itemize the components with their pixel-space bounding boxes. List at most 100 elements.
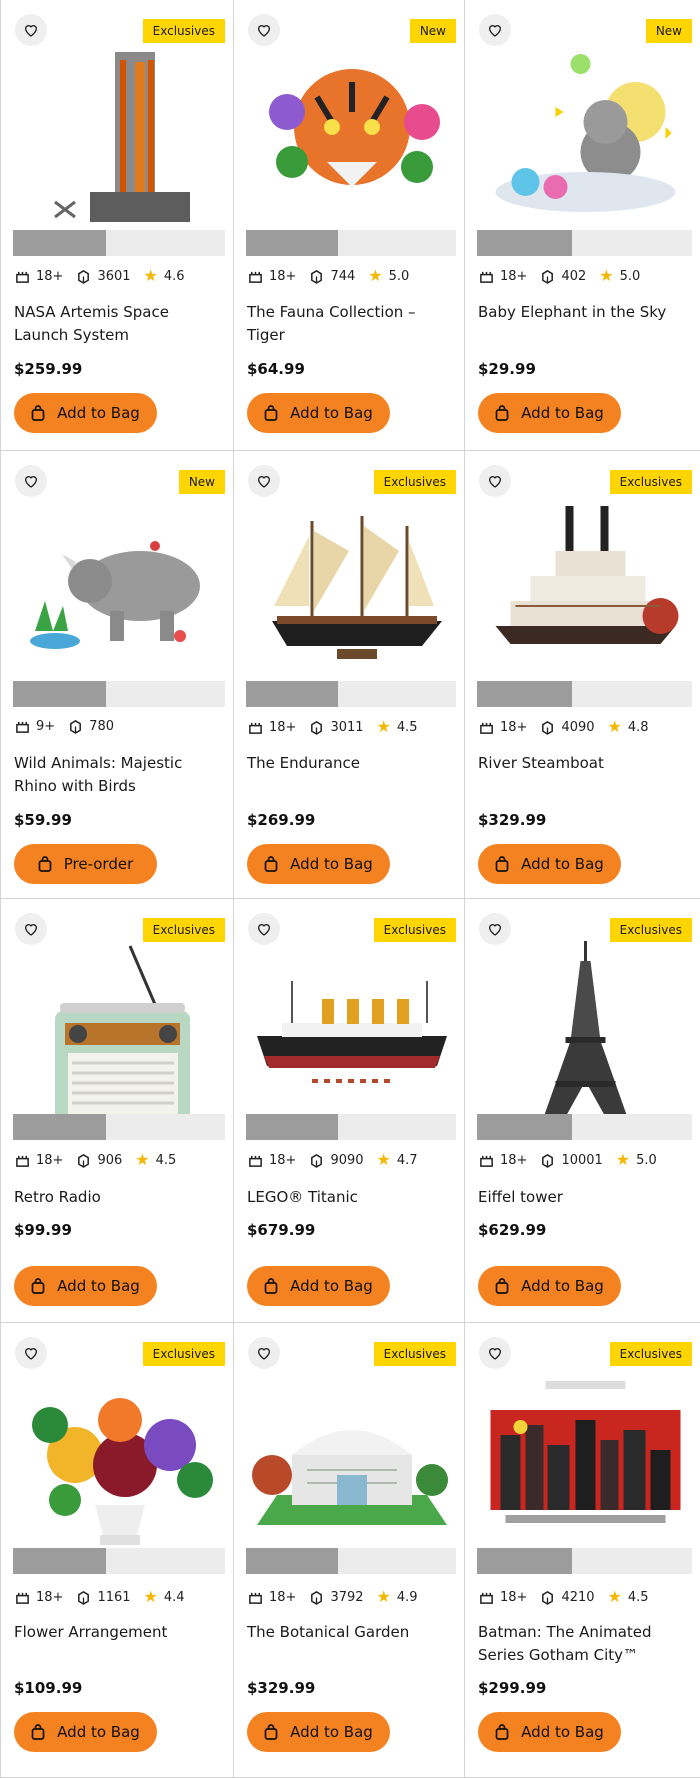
- product-card[interactable]: New 18+ 402 ★ 5.0 Baby Elephant in the Sk…: [465, 0, 700, 451]
- age-value: 18+: [500, 719, 528, 735]
- add-to-bag-button[interactable]: Add to Bag: [247, 844, 390, 884]
- product-price: $329.99: [247, 1679, 316, 1697]
- product-title[interactable]: Eiffel tower: [478, 1186, 690, 1209]
- age-icon: [248, 720, 263, 735]
- exclusives-badge: Exclusives: [142, 19, 225, 43]
- product-price: $679.99: [247, 1221, 316, 1239]
- product-meta: 18+ 4090 ★ 4.8: [479, 719, 655, 735]
- product-meta: 18+ 744 ★ 5.0: [248, 268, 415, 284]
- pieces-icon: [540, 269, 555, 284]
- product-meta: 18+ 4210 ★ 4.5: [479, 1589, 655, 1605]
- pieces-icon: [309, 1590, 324, 1605]
- product-title[interactable]: Retro Radio: [14, 1186, 223, 1209]
- add-to-bag-button[interactable]: Add to Bag: [14, 1712, 157, 1752]
- product-card[interactable]: Exclusives 18+ 1161 ★ 4.4 Flower Arrangem…: [1, 1323, 234, 1778]
- rating-value: 4.5: [155, 1152, 177, 1168]
- progress-bar: [13, 681, 225, 707]
- star-icon: ★: [376, 1150, 391, 1169]
- product-title[interactable]: Flower Arrangement: [14, 1621, 223, 1644]
- pre-order-button[interactable]: Pre-order: [14, 844, 157, 884]
- product-title[interactable]: Batman: The Animated Series Gotham City™: [478, 1621, 690, 1667]
- age-icon: [479, 720, 494, 735]
- product-card[interactable]: Exclusives 18+ 10001 ★ 5.0 Eiffel tower $…: [465, 899, 700, 1323]
- product-title[interactable]: Wild Animals: Majestic Rhino with Birds: [14, 752, 223, 798]
- product-price: $259.99: [14, 360, 83, 378]
- age-value: 18+: [36, 268, 64, 284]
- star-icon: ★: [599, 266, 614, 285]
- product-title[interactable]: The Endurance: [247, 752, 454, 775]
- age-icon: [15, 719, 30, 734]
- pieces-icon: [309, 269, 324, 284]
- star-icon: ★: [607, 1587, 622, 1606]
- new-badge: New: [409, 19, 456, 43]
- progress-bar: [13, 1548, 225, 1574]
- age-value: 18+: [36, 1589, 64, 1605]
- product-card[interactable]: Exclusives 18+ 4210 ★ 4.5 Batman: The Ani…: [465, 1323, 700, 1778]
- progress-bar: [246, 1114, 456, 1140]
- product-card[interactable]: Exclusives 18+ 3011 ★ 4.5 The Endurance $…: [234, 451, 465, 899]
- pieces-value: 9090: [330, 1152, 364, 1168]
- progress-bar: [477, 1548, 692, 1574]
- product-price: $629.99: [478, 1221, 547, 1239]
- exclusives-badge: Exclusives: [373, 918, 456, 942]
- product-card[interactable]: New 18+ 744 ★ 5.0 The Fauna Collection – …: [234, 0, 465, 451]
- product-image-tiger[interactable]: [248, 42, 456, 232]
- exclusives-badge: Exclusives: [142, 1342, 225, 1366]
- product-title[interactable]: The Botanical Garden: [247, 1621, 454, 1644]
- product-image-rocket[interactable]: [15, 42, 225, 232]
- product-title[interactable]: River Steamboat: [478, 752, 690, 775]
- bag-icon: [495, 1724, 509, 1740]
- product-card[interactable]: Exclusives 18+ 906 ★ 4.5 Retro Radio $99.…: [1, 899, 234, 1323]
- bag-icon: [31, 1724, 45, 1740]
- product-image-endurance-ship[interactable]: [248, 491, 456, 681]
- product-card[interactable]: Exclusives 18+ 9090 ★ 4.7 LEGO® Titanic $…: [234, 899, 465, 1323]
- product-card[interactable]: Exclusives 18+ 3792 ★ 4.9 The Botanical G…: [234, 1323, 465, 1778]
- product-card[interactable]: New 9+ 780 Wild Animals: Majestic Rhino …: [1, 451, 234, 899]
- product-title[interactable]: LEGO® Titanic: [247, 1186, 454, 1209]
- pieces-value: 906: [97, 1152, 123, 1168]
- progress-bar: [246, 1548, 456, 1574]
- bag-icon: [495, 856, 509, 872]
- product-card[interactable]: Exclusives 18+ 3601 ★ 4.6 NASA Artemis Sp…: [1, 0, 234, 451]
- rating-value: 5.0: [619, 268, 641, 284]
- age-value: 18+: [500, 1589, 528, 1605]
- product-title[interactable]: NASA Artemis Space Launch System: [14, 301, 223, 347]
- add-to-bag-button[interactable]: Add to Bag: [478, 844, 621, 884]
- add-to-bag-button[interactable]: Add to Bag: [478, 1266, 621, 1306]
- bag-icon: [31, 405, 45, 421]
- age-icon: [479, 1590, 494, 1605]
- product-image-flowers[interactable]: [15, 1365, 225, 1555]
- product-image-botanical-garden[interactable]: [248, 1365, 456, 1555]
- product-image-elephant[interactable]: [479, 42, 692, 232]
- product-title[interactable]: Baby Elephant in the Sky: [478, 301, 690, 324]
- add-to-bag-button[interactable]: Add to Bag: [14, 393, 157, 433]
- add-to-bag-button[interactable]: Add to Bag: [14, 1266, 157, 1306]
- rating-value: 5.0: [636, 1152, 657, 1168]
- add-to-bag-button[interactable]: Add to Bag: [247, 1712, 390, 1752]
- progress-bar: [477, 681, 692, 707]
- product-card[interactable]: Exclusives 18+ 4090 ★ 4.8 River Steamboat…: [465, 451, 700, 899]
- product-meta: 18+ 3601 ★ 4.6: [15, 268, 191, 284]
- product-image-eiffel-tower[interactable]: [479, 941, 692, 1131]
- age-icon: [248, 269, 263, 284]
- age-value: 9+: [36, 719, 56, 734]
- add-to-bag-button[interactable]: Add to Bag: [478, 393, 621, 433]
- rating-value: 4.5: [627, 1589, 649, 1605]
- add-to-bag-button[interactable]: Add to Bag: [247, 393, 390, 433]
- bag-icon: [38, 856, 52, 872]
- product-title[interactable]: The Fauna Collection – Tiger: [247, 301, 454, 347]
- product-image-rhino[interactable]: [15, 491, 225, 681]
- product-image-steamboat[interactable]: [479, 491, 692, 681]
- add-to-bag-button[interactable]: Add to Bag: [478, 1712, 621, 1752]
- product-image-radio[interactable]: [15, 941, 225, 1131]
- rating-value: 4.6: [163, 268, 185, 284]
- product-image-titanic[interactable]: [248, 941, 456, 1131]
- product-image-gotham-city[interactable]: [479, 1365, 692, 1555]
- exclusives-badge: Exclusives: [142, 918, 225, 942]
- pieces-icon: [540, 1153, 555, 1168]
- add-to-bag-button[interactable]: Add to Bag: [247, 1266, 390, 1306]
- product-price: $59.99: [14, 811, 72, 829]
- bag-icon: [495, 405, 509, 421]
- age-value: 18+: [269, 719, 297, 735]
- progress-bar: [477, 230, 692, 256]
